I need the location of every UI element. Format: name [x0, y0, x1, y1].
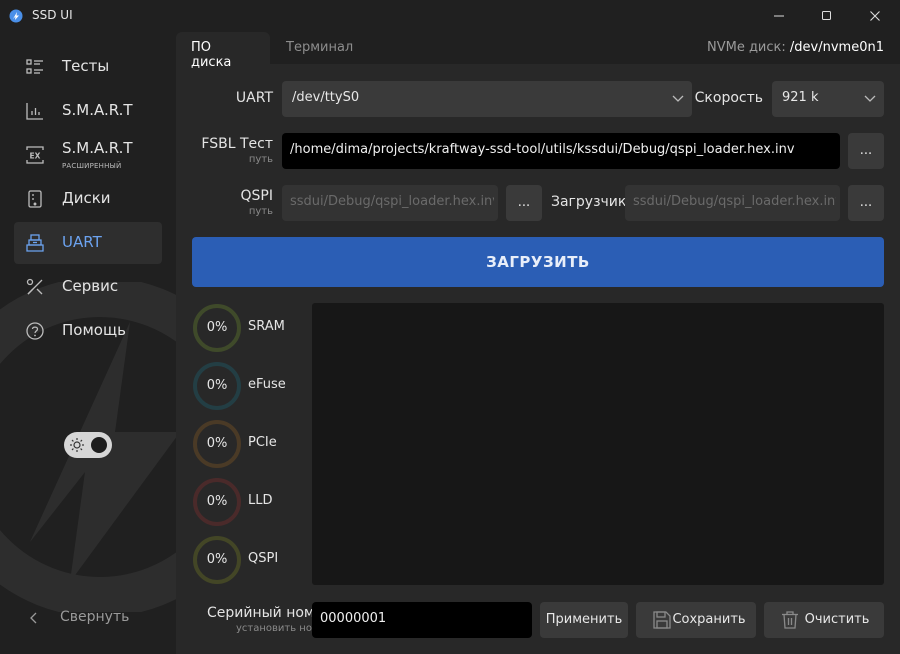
speed-label: Скорость [694, 90, 763, 106]
tab-firmware[interactable]: ПО диска [176, 32, 270, 70]
sidebar-item-label: Диски [62, 189, 111, 207]
help-icon [26, 322, 44, 340]
upload-button[interactable]: ЗАГРУЗИТЬ [192, 237, 884, 287]
chart-icon [26, 103, 43, 120]
qspi-path-value: ssdui/Debug/qspi_loader.hex.inv [290, 194, 494, 209]
collapse-sidebar-button[interactable]: Свернуть [26, 606, 146, 630]
minimize-button[interactable] [756, 0, 802, 32]
chevron-left-icon [30, 612, 37, 624]
progress-percent: 0% [206, 494, 228, 509]
fsbl-path-field[interactable]: /home/dima/projects/kraftway-ssd-tool/ut… [282, 133, 840, 169]
upload-label: ЗАГРУЗИТЬ [486, 253, 590, 271]
nvme-disk-info: NVMe диск: /dev/nvme0n1 [707, 40, 884, 55]
browse-label: ... [859, 143, 873, 158]
fsbl-label: FSBL Тест [201, 136, 273, 152]
tab-bar: ПО диска Терминал NVMe диск: /dev/nvme0n… [176, 32, 900, 70]
sidebar-item-sublabel: РАСШИРЕННЫЙ [62, 162, 122, 170]
apply-label: Применить [545, 612, 623, 627]
browse-label: ... [517, 195, 531, 210]
loader-label: Загрузчик [551, 194, 627, 210]
chevron-down-icon [672, 95, 684, 102]
sidebar-item-label: S.M.A.R.T [62, 101, 133, 119]
chevron-down-icon [864, 95, 876, 102]
serial-number-field[interactable]: 00000001 [312, 602, 532, 638]
app-logo-icon [9, 9, 23, 23]
close-icon [870, 11, 880, 21]
speed-select[interactable]: 921 k [772, 81, 884, 117]
progress-label: PCIe [248, 435, 277, 450]
progress-qspi: 0% QSPI [192, 535, 302, 585]
sidebar-item-label: UART [62, 233, 102, 251]
progress-label: SRAM [248, 319, 285, 334]
clear-label: Очистить [804, 612, 870, 627]
save-button[interactable]: Сохранить [636, 602, 756, 638]
uart-port-select[interactable]: /dev/ttyS0 [282, 81, 692, 117]
log-output[interactable] [312, 303, 884, 585]
progress-label: eFuse [248, 377, 286, 392]
sidebar-item-label: S.M.A.R.T [62, 139, 133, 157]
progress-percent: 0% [206, 436, 228, 451]
progress-percent: 0% [206, 552, 228, 567]
qspi-sublabel: путь [248, 206, 273, 217]
qspi-path-field[interactable]: ssdui/Debug/qspi_loader.hex.inv [282, 185, 498, 221]
maximize-icon [822, 11, 831, 20]
uart-icon [26, 234, 44, 252]
fsbl-browse-button[interactable]: ... [848, 133, 884, 169]
sidebar-item-tests[interactable]: Тесты [14, 46, 162, 88]
progress-label: LLD [248, 493, 273, 508]
sidebar-item-smart-extended[interactable]: EX S.M.A.R.T РАСШИРЕННЫЙ [14, 134, 162, 176]
progress-label: QSPI [248, 551, 279, 566]
maximize-button[interactable] [804, 0, 850, 32]
close-button[interactable] [852, 0, 898, 32]
minimize-icon [774, 15, 784, 17]
clear-button[interactable]: Очистить [764, 602, 884, 638]
progress-percent: 0% [206, 378, 228, 393]
window-title: SSD UI [32, 8, 73, 22]
sidebar-item-help[interactable]: Помощь [14, 310, 162, 352]
loader-path-value: ssdui/Debug/qspi_loader.hex.inv [633, 194, 836, 209]
svg-text:EX: EX [30, 152, 41, 161]
save-label: Сохранить [672, 612, 746, 627]
main-panel: ПО диска Терминал NVMe диск: /dev/nvme0n… [176, 32, 900, 654]
uart-port-value: /dev/ttyS0 [292, 90, 360, 105]
disk-icon [28, 190, 42, 208]
tests-list-icon [26, 59, 43, 74]
sidebar-item-service[interactable]: Сервис [14, 266, 162, 308]
loader-browse-button[interactable]: ... [848, 185, 884, 221]
title-bar: SSD UI [0, 0, 900, 32]
uart-label: UART [235, 90, 273, 106]
speed-value: 921 k [782, 90, 819, 105]
browse-label: ... [859, 195, 873, 210]
sidebar-item-label: Помощь [62, 321, 126, 339]
sidebar: Тесты S.M.A.R.T EX S.M.A.R.T РАСШИРЕННЫЙ… [0, 32, 176, 654]
tools-icon [26, 278, 43, 295]
apply-button[interactable]: Применить [540, 602, 628, 638]
progress-lld: 0% LLD [192, 477, 302, 527]
serial-number-value: 00000001 [320, 611, 387, 626]
sidebar-item-label: Тесты [62, 57, 110, 75]
sidebar-item-disks[interactable]: Диски [14, 178, 162, 220]
qspi-label: QSPI [240, 188, 273, 204]
nvme-value: /dev/nvme0n1 [789, 40, 884, 55]
sidebar-item-uart[interactable]: UART [14, 222, 162, 264]
nvme-label: NVMe диск: [706, 40, 786, 55]
collapse-label: Свернуть [60, 609, 130, 625]
fsbl-sublabel: путь [248, 154, 273, 165]
qspi-browse-button[interactable]: ... [506, 185, 542, 221]
progress-percent: 0% [206, 320, 228, 335]
sun-icon [70, 438, 84, 452]
sidebar-item-smart[interactable]: S.M.A.R.T [14, 90, 162, 132]
progress-pcie: 0% PCIe [192, 419, 302, 469]
progress-sram: 0% SRAM [192, 303, 302, 353]
toggle-knob [91, 437, 107, 453]
loader-path-field[interactable]: ssdui/Debug/qspi_loader.hex.inv [625, 185, 840, 221]
progress-efuse: 0% eFuse [192, 361, 302, 411]
fsbl-path-value: /home/dima/projects/kraftway-ssd-tool/ut… [290, 142, 795, 157]
ex-icon: EX [26, 146, 44, 164]
theme-toggle[interactable] [64, 432, 112, 458]
tab-terminal[interactable]: Терминал [271, 32, 365, 64]
sidebar-item-label: Сервис [62, 277, 119, 295]
